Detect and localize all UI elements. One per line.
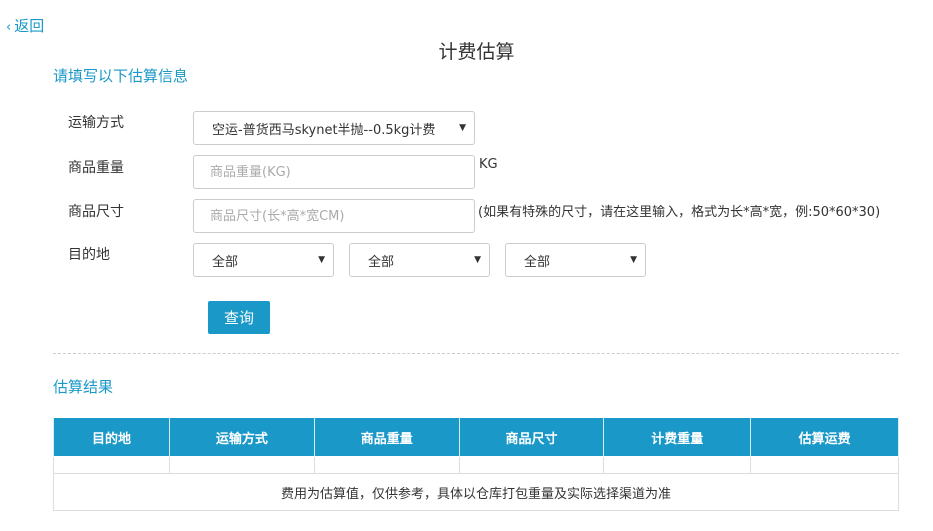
column-header: 计费重量: [603, 417, 752, 457]
destination-select-2[interactable]: 全部 ▼: [349, 243, 490, 277]
column-header: 商品重量: [313, 417, 460, 457]
shipping-method-label: 运输方式: [68, 115, 124, 131]
weight-label: 商品重量: [68, 160, 124, 176]
form-section-title: 请填写以下估算信息: [53, 67, 189, 85]
size-label: 商品尺寸: [68, 204, 124, 220]
destination-label: 目的地: [68, 247, 110, 263]
column-header: 目的地: [52, 417, 171, 457]
table-cell: [603, 456, 752, 474]
shipping-method-select[interactable]: 空运-普货西马skynet半抛--0.5kg计费 ▼: [193, 111, 475, 145]
size-hint: (如果有特殊的尺寸，请在这里输入，格式为长*高*宽，例:50*60*30): [478, 205, 881, 220]
result-table: 目的地 运输方式 商品重量 商品尺寸 计费重量 估算运费 费用为估算值，仅供参考…: [52, 417, 899, 511]
size-input[interactable]: [193, 199, 475, 233]
table-cell: [169, 456, 315, 474]
query-button[interactable]: 查询: [208, 301, 270, 334]
table-header-row: 目的地 运输方式 商品重量 商品尺寸 计费重量 估算运费: [52, 417, 899, 457]
destination-select-1[interactable]: 全部 ▼: [193, 243, 334, 277]
destination-select-3[interactable]: 全部 ▼: [505, 243, 646, 277]
caret-down-icon: ▼: [630, 255, 637, 265]
shipping-method-value: 空运-普货西马skynet半抛--0.5kg计费: [212, 122, 436, 138]
estimate-note: 费用为估算值，仅供参考，具体以仓库打包重量及实际选择渠道为准: [53, 473, 899, 511]
destination-value-1: 全部: [212, 254, 239, 270]
back-label: 返回: [14, 17, 45, 35]
note-row: 费用为估算值，仅供参考，具体以仓库打包重量及实际选择渠道为准: [53, 473, 899, 511]
column-header: 运输方式: [169, 417, 315, 457]
caret-down-icon: ▼: [459, 123, 466, 133]
caret-down-icon: ▼: [474, 255, 481, 265]
column-header: 商品尺寸: [458, 417, 605, 457]
table-cell: [750, 456, 899, 474]
destination-value-3: 全部: [524, 254, 551, 270]
back-link[interactable]: ‹ 返回: [6, 15, 44, 36]
table-cell: [313, 456, 460, 474]
weight-input[interactable]: [193, 155, 475, 189]
result-section-title: 估算结果: [53, 378, 114, 396]
table-cell: [458, 456, 605, 474]
chevron-left-icon: ‹: [6, 20, 12, 35]
column-header: 估算运费: [750, 417, 899, 457]
destination-value-2: 全部: [368, 254, 395, 270]
divider: [53, 353, 899, 354]
page-title: 计费估算: [438, 41, 515, 63]
table-cell: [52, 456, 171, 474]
table-row: [52, 456, 899, 474]
weight-unit: KG: [479, 157, 498, 172]
caret-down-icon: ▼: [318, 255, 325, 265]
